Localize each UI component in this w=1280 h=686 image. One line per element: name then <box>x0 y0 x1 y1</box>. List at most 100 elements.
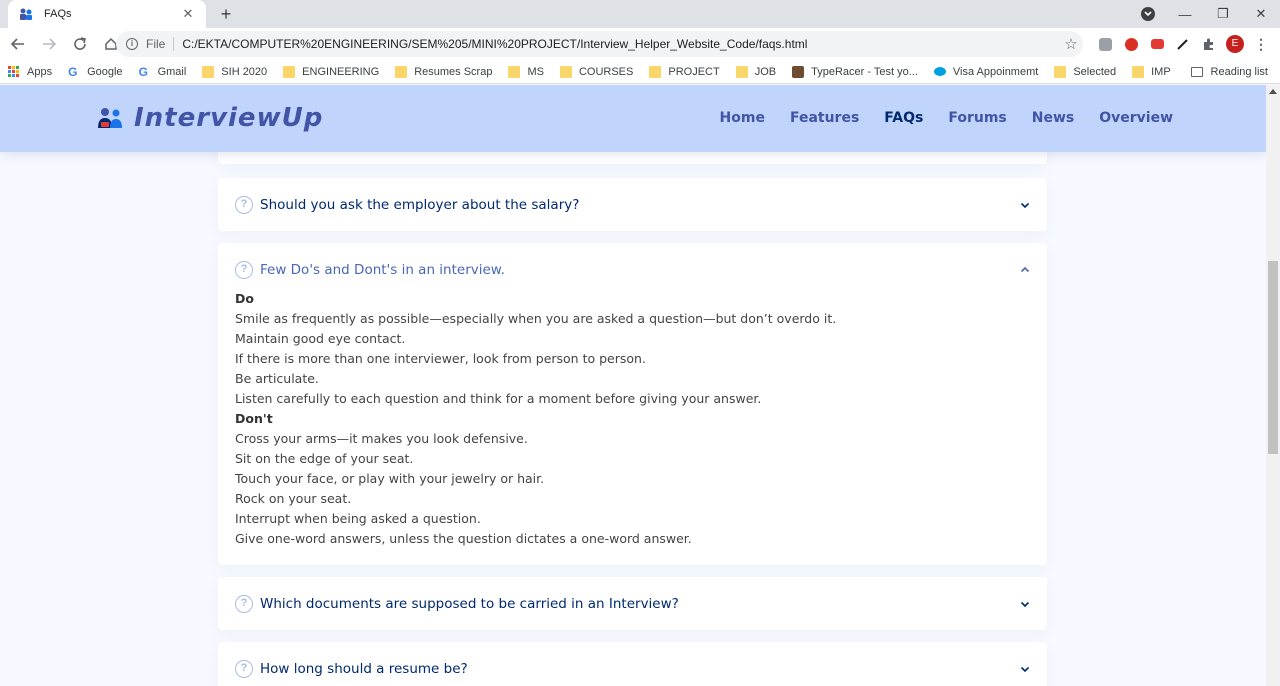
folder-icon <box>508 65 521 78</box>
folder-icon <box>395 65 408 78</box>
answer-line: If there is more than one interviewer, l… <box>235 351 646 366</box>
question-circle-icon: ? <box>235 196 253 214</box>
answer-line: Maintain good eye contact. <box>235 331 406 346</box>
bookmark-imp[interactable]: IMP <box>1132 65 1171 78</box>
browser-tabstrip: FAQs ✕ + — ❐ ✕ <box>0 0 1280 28</box>
google-icon: G <box>138 64 148 79</box>
page-viewport: InterviewUp Home Features FAQs Forums Ne… <box>0 85 1266 686</box>
bookmark-job[interactable]: JOB <box>735 65 776 78</box>
faq-question-documents[interactable]: ? Which documents are supposed to be car… <box>218 577 1047 631</box>
folder-icon <box>1054 65 1067 78</box>
main-nav: Home Features FAQs Forums News Overview <box>695 110 1173 126</box>
apps-grid-icon <box>8 65 20 78</box>
answer-line: Rock on your seat. <box>235 491 352 506</box>
answer-line: Be articulate. <box>235 371 319 386</box>
typeracer-icon <box>792 65 805 78</box>
minimize-icon[interactable]: — <box>1166 7 1204 22</box>
answer-line: Touch your face, or play with your jewel… <box>235 471 545 486</box>
page-scrollbar[interactable] <box>1266 85 1280 686</box>
bookmark-courses[interactable]: COURSES <box>559 65 633 78</box>
answer-line: Sit on the edge of your seat. <box>235 451 414 466</box>
bookmark-apps[interactable]: Apps <box>8 65 52 78</box>
bookmark-ms[interactable]: MS <box>508 65 544 78</box>
question-circle-icon: ? <box>235 660 253 678</box>
info-icon[interactable]: i <box>126 38 138 50</box>
faq-question-salary[interactable]: ? Should you ask the employer about the … <box>218 178 1047 232</box>
back-icon[interactable] <box>5 31 31 57</box>
close-tab-icon[interactable]: ✕ <box>180 6 196 22</box>
bookmark-sih-2020[interactable]: SIH 2020 <box>202 65 267 78</box>
restore-icon[interactable]: ❐ <box>1204 6 1242 22</box>
adblock-icon[interactable] <box>1118 32 1144 56</box>
url-text[interactable]: C:/EKTA/COMPUTER%20ENGINEERING/SEM%205/M… <box>182 37 1059 51</box>
reload-icon[interactable] <box>67 31 93 57</box>
question-text: Should you ask the employer about the sa… <box>260 197 580 213</box>
bookmark-gmail[interactable]: G Gmail <box>139 65 187 79</box>
folder-icon <box>559 65 572 78</box>
extension-grey-icon[interactable] <box>1092 32 1118 56</box>
question-text: How long should a resume be? <box>260 661 468 677</box>
scroll-up-arrow-icon[interactable] <box>1269 89 1277 94</box>
chevron-down-icon[interactable] <box>1020 664 1030 674</box>
answer-line: Give one-word answers, unless the questi… <box>235 531 692 546</box>
faq-item-dos-donts: ? Few Do's and Dont's in an interview. D… <box>218 243 1047 565</box>
question-circle-icon: ? <box>235 595 253 613</box>
close-window-icon[interactable]: ✕ <box>1242 6 1280 22</box>
answer-line: Interrupt when being asked a question. <box>235 511 481 526</box>
bookmark-visa[interactable]: Visa Appoinmemt <box>933 66 1038 78</box>
youtube-extension-icon[interactable] <box>1144 32 1170 56</box>
site-favicon-icon <box>18 6 34 22</box>
nav-features[interactable]: Features <box>790 110 859 126</box>
nav-news[interactable]: News <box>1032 110 1074 126</box>
folder-icon <box>649 65 662 78</box>
answer-line: Cross your arms—it makes you look defens… <box>235 431 528 446</box>
google-icon: G <box>68 64 78 79</box>
bookmarks-bar: Apps G Google G Gmail SIH 2020 ENGINEERI… <box>0 60 1280 84</box>
question-circle-icon: ? <box>235 261 253 279</box>
tab-title: FAQs <box>44 8 72 20</box>
scrollbar-thumb[interactable] <box>1268 261 1278 454</box>
bookmark-typeracer[interactable]: TypeRacer - Test yo... <box>792 65 918 78</box>
faq-item-salary: ? Should you ask the employer about the … <box>218 178 1047 231</box>
salesforce-icon <box>933 67 946 76</box>
tab-search-icon[interactable] <box>1141 7 1155 21</box>
forward-icon[interactable] <box>36 31 62 57</box>
folder-icon <box>735 65 748 78</box>
nav-home[interactable]: Home <box>720 110 765 126</box>
question-text: Few Do's and Dont's in an interview. <box>260 262 505 278</box>
address-bar[interactable]: i File C:/EKTA/COMPUTER%20ENGINEERING/SE… <box>116 31 1083 57</box>
bookmark-selected[interactable]: Selected <box>1054 65 1116 78</box>
bookmark-engineering[interactable]: ENGINEERING <box>283 65 379 78</box>
nav-faqs[interactable]: FAQs <box>884 110 923 126</box>
pen-extension-icon[interactable] <box>1170 32 1196 56</box>
window-controls: — ❐ ✕ <box>1166 0 1280 28</box>
bookmark-project[interactable]: PROJECT <box>649 65 720 78</box>
chevron-down-icon[interactable] <box>1020 599 1030 609</box>
new-tab-icon[interactable]: + <box>216 4 236 24</box>
answer-line: Smile as frequently as possible—especial… <box>235 311 837 326</box>
puzzle-extensions-icon[interactable] <box>1196 32 1222 56</box>
profile-avatar[interactable]: E <box>1222 32 1248 56</box>
do-heading: Do <box>235 291 254 306</box>
browser-tab[interactable]: FAQs ✕ <box>8 0 206 28</box>
nav-forums[interactable]: Forums <box>948 110 1006 126</box>
faq-item-resume: ? How long should a resume be? <box>218 642 1047 686</box>
reading-list-icon <box>1190 67 1203 77</box>
bookmark-google[interactable]: G Google <box>68 65 122 79</box>
site-logo[interactable]: InterviewUp <box>96 103 323 133</box>
faq-item-documents: ? Which documents are supposed to be car… <box>218 577 1047 630</box>
folder-icon <box>283 65 296 78</box>
reading-list-button[interactable]: Reading list <box>1190 60 1268 84</box>
answer-line: Listen carefully to each question and th… <box>235 391 762 406</box>
nav-overview[interactable]: Overview <box>1099 110 1173 126</box>
bookmark-star-icon[interactable]: ☆ <box>1059 35 1083 53</box>
site-header: InterviewUp Home Features FAQs Forums Ne… <box>0 85 1266 152</box>
url-scheme: File <box>146 37 175 51</box>
dont-heading: Don't <box>235 411 273 426</box>
chevron-down-icon[interactable] <box>1020 200 1030 210</box>
browser-menu-icon[interactable]: ⋮ <box>1248 32 1274 56</box>
logo-text: InterviewUp <box>134 103 324 133</box>
bookmark-resumes-scrap[interactable]: Resumes Scrap <box>395 65 492 78</box>
chevron-up-icon[interactable] <box>1020 265 1030 275</box>
faq-question-resume[interactable]: ? How long should a resume be? <box>218 642 1047 686</box>
